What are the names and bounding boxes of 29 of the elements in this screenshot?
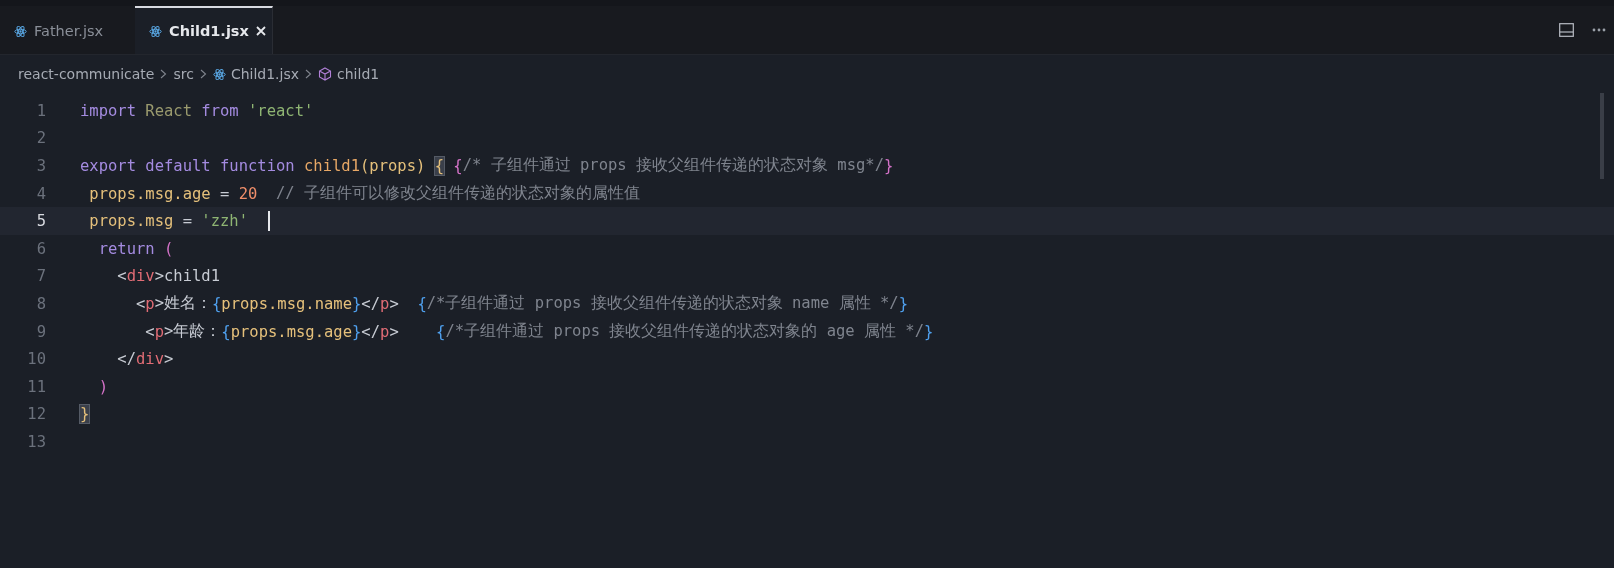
line-number: 1 [35,101,46,120]
line-number: 9 [35,322,46,341]
line-number: 2 [35,129,46,148]
line-number: 8 [35,294,46,313]
line-number: 5 [35,212,46,231]
code-line: props.msg = 'zzh' [80,211,270,232]
breadcrumb-item[interactable]: react-communicate [18,66,155,82]
line-number: 4 [35,184,46,203]
code-line: return ( [97,239,174,258]
code-line: import React from 'react' [80,101,314,120]
code-line: props.msg.age = 20 // 子组件可以修改父组件传递的状态对象的属性值 [88,183,640,205]
line-number: 3 [35,157,46,175]
code-line: <p>年龄：{props.msg.age}</p> {/*子组件通过 props 接收父组件传递的状态对象的 age 属性 */} [144,321,934,343]
line-number: 10 [26,350,46,369]
editor-tab[interactable]: Child1.jsx [135,6,273,54]
code-line: </div> [116,350,174,369]
breadcrumb-item[interactable]: src [173,66,194,82]
code-line: <div>child1 [116,267,220,286]
editor-tab[interactable]: Father.jsx [0,6,135,54]
line-number: 11 [26,377,46,396]
line-number: 6 [35,239,46,258]
code-line: export default function child1(props) { {/* 子组件通过 props 接收父组件传递的状态对象 msg*/} [80,155,894,177]
line-number: 12 [26,405,46,424]
breadcrumb-item[interactable]: child1 [337,66,380,82]
line-number: 13 [26,432,46,451]
code-line: ) [97,377,108,396]
code-line: <p>姓名：{props.msg.name}</p> {/*子组件通过 props 接收父组件传递的状态对象 name 属性 */} [135,293,909,315]
breadcrumb-item[interactable]: Child1.jsx [230,66,300,82]
line-number: 7 [35,267,46,286]
